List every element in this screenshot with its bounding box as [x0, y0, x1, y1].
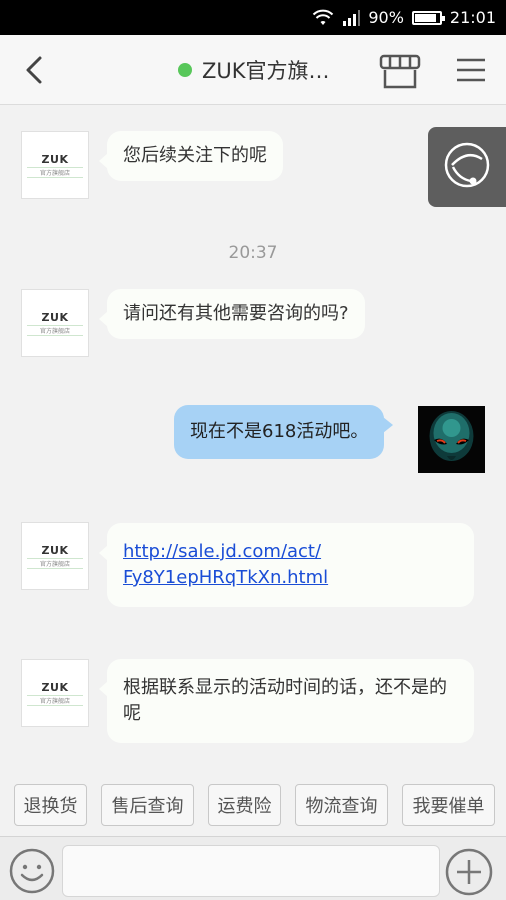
shop-avatar[interactable]: ZUK 官方旗舰店 [21, 289, 89, 357]
store-icon [379, 54, 421, 89]
back-button[interactable] [18, 53, 52, 87]
shop-avatar-logo: ZUK [41, 543, 69, 557]
shop-button[interactable] [378, 51, 422, 91]
page-title: ZUK官方旗… [202, 59, 330, 83]
incoming-message[interactable]: 请问还有其他需要咨询的吗? [99, 289, 365, 339]
incoming-message[interactable]: 根据联系显示的活动时间的话，还不是的呢 [99, 659, 474, 743]
shop-avatar[interactable]: ZUK 官方旗舰店 [21, 659, 89, 727]
link-line-1: http://sale.jd.com/act/ [123, 541, 322, 562]
message-link[interactable]: http://sale.jd.com/act/Fy8Y1epHRqTkXn.ht… [123, 541, 328, 588]
customer-service-button[interactable] [428, 127, 506, 207]
chat-header: ZUK官方旗… [0, 35, 506, 105]
shop-avatar[interactable]: ZUK 官方旗舰店 [21, 522, 89, 590]
message-timestamp: 20:37 [228, 243, 278, 263]
headset-icon [444, 142, 490, 188]
hamburger-menu-icon [457, 58, 485, 82]
user-avatar[interactable] [418, 406, 485, 473]
quick-action-logistics-query[interactable]: 物流查询 [295, 784, 388, 826]
shop-avatar[interactable]: ZUK 官方旗舰店 [21, 131, 89, 199]
shop-avatar-logo: ZUK [41, 152, 69, 166]
quick-action-urge-order[interactable]: 我要催单 [402, 784, 495, 826]
wifi-icon [312, 9, 334, 27]
shop-avatar-subtitle: 官方旗舰店 [27, 324, 83, 336]
message-input-bar [0, 836, 506, 900]
battery-fill [414, 13, 437, 22]
shop-avatar-logo: ZUK [41, 310, 69, 324]
status-bar: 90% 21:01 [0, 0, 506, 35]
outgoing-message[interactable]: 现在不是618活动吧。 [174, 405, 394, 459]
quick-action-aftersale-query[interactable]: 售后查询 [101, 784, 194, 826]
quick-action-return-exchange[interactable]: 退换货 [14, 784, 87, 826]
online-status-dot [178, 63, 192, 77]
more-options-button[interactable] [444, 847, 494, 897]
alien-head-icon [418, 406, 485, 473]
plus-icon [445, 848, 493, 896]
smiley-icon [9, 848, 55, 894]
shop-avatar-subtitle: 官方旗舰店 [27, 694, 83, 706]
shop-avatar-logo: ZUK [41, 680, 69, 694]
chevron-left-icon [26, 56, 42, 84]
emoji-button[interactable] [8, 847, 56, 895]
incoming-message[interactable]: 您后续关注下的呢 [99, 131, 283, 181]
incoming-message: http://sale.jd.com/act/Fy8Y1epHRqTkXn.ht… [99, 523, 474, 607]
shop-avatar-subtitle: 官方旗舰店 [27, 166, 83, 178]
quick-action-shipping-insurance[interactable]: 运费险 [208, 784, 281, 826]
battery-icon [411, 10, 445, 25]
quick-action-bar: 退换货 售后查询 运费险 物流查询 我要催单 [0, 775, 506, 835]
message-input[interactable] [62, 845, 440, 897]
battery-percent: 90% [368, 8, 404, 27]
shop-avatar-subtitle: 官方旗舰店 [27, 557, 83, 569]
menu-button[interactable] [454, 55, 488, 85]
signal-icon [342, 9, 361, 26]
clock: 21:01 [449, 8, 496, 27]
chat-message-list[interactable]: ZUK 官方旗舰店 您后续关注下的呢 20:37 ZUK 官方旗舰店 请问还有其… [0, 105, 506, 775]
link-line-2: Fy8Y1epHRqTkXn.html [123, 567, 329, 588]
header-title-area: ZUK官方旗… [178, 55, 330, 85]
